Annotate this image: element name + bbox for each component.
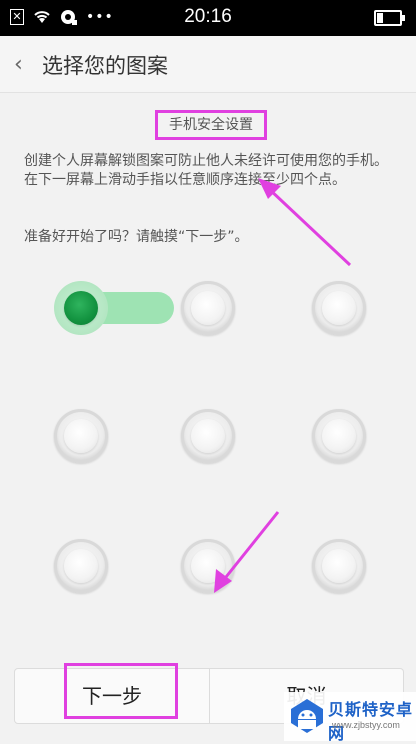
description-text: 创建个人屏幕解锁图案可防止他人未经许可使用您的手机。在下一屏幕上滑动手指以任意顺… <box>24 153 388 188</box>
pattern-dot-9[interactable] <box>312 539 366 593</box>
battery-icon <box>374 10 405 26</box>
hint-text: 准备好开始了吗？请触摸“下一步”。 <box>24 229 249 245</box>
watermark: 贝斯特安卓网 www.zjbstyy.com <box>284 692 416 743</box>
android-logo-icon <box>291 699 323 733</box>
arrow-to-text-icon <box>258 178 352 267</box>
watermark-url: www.zjbstyy.com <box>332 720 400 730</box>
pattern-dot-8[interactable] <box>181 539 235 593</box>
status-time: 20:16 <box>184 6 232 27</box>
pattern-dot-6[interactable] <box>312 409 366 463</box>
pattern-dot-2[interactable] <box>181 281 235 335</box>
pattern-dot-4[interactable] <box>54 409 108 463</box>
next-button-highlight <box>64 663 178 719</box>
status-bar: ✕ ••• 20:16 <box>0 0 416 36</box>
page-title: 选择您的图案 <box>42 54 168 78</box>
section-subtitle: 手机安全设置 <box>155 110 267 140</box>
pattern-dot-3[interactable] <box>312 281 366 335</box>
pattern-dot-5[interactable] <box>181 409 235 463</box>
pattern-dot-1[interactable] <box>54 281 108 335</box>
title-bar: ‹ 选择您的图案 <box>0 36 416 93</box>
pattern-dot-7[interactable] <box>54 539 108 593</box>
chevron-left-icon[interactable]: ‹ <box>14 52 23 77</box>
